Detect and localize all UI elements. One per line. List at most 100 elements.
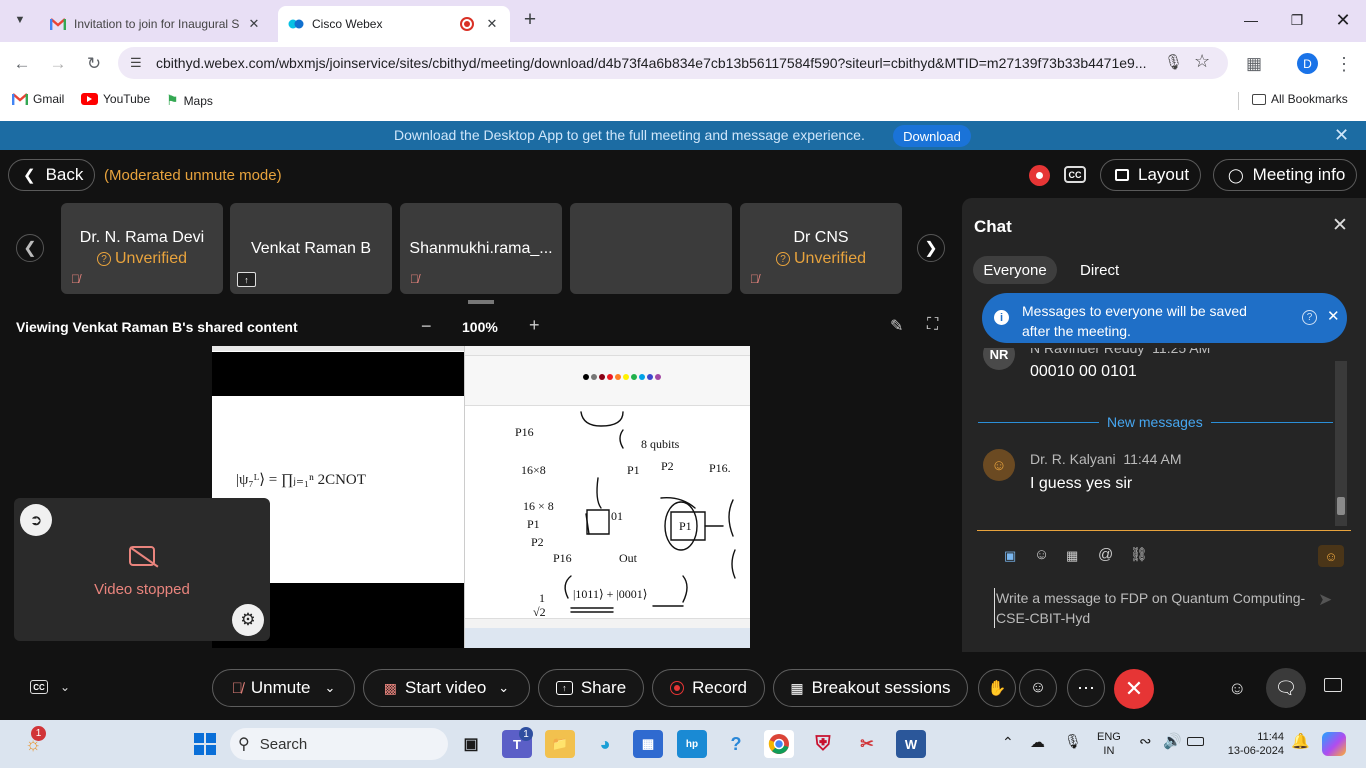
meeting-info-button[interactable]: ◯ Meeting info: [1213, 159, 1357, 191]
settings-gear-icon[interactable]: ⚙: [232, 604, 264, 636]
chevron-up-icon[interactable]: ⌃: [1002, 734, 1014, 751]
fullscreen-icon[interactable]: ⛶: [927, 316, 938, 334]
scroll-right-button[interactable]: ❯: [917, 234, 945, 262]
participants-icon[interactable]: ☺: [1228, 678, 1246, 699]
volume-icon[interactable]: 🔊: [1163, 732, 1182, 750]
tab-search-button[interactable]: ▼: [8, 8, 32, 32]
close-window-button[interactable]: ✕: [1320, 0, 1366, 40]
task-view-icon[interactable]: ▣: [456, 730, 486, 758]
time-label: 11:44: [1257, 731, 1284, 743]
chrome-icon[interactable]: [764, 730, 794, 758]
microphone-icon[interactable]: 🎙: [1064, 733, 1082, 750]
microphone-icon[interactable]: 🎙: [1164, 53, 1183, 71]
tab-invitation[interactable]: Invitation to join for Inaugural S ✕: [40, 6, 272, 42]
share-icon: ↑: [555, 681, 573, 695]
start-video-button[interactable]: ▩ Start video ⌄: [363, 669, 530, 707]
files-icon[interactable]: [1324, 678, 1342, 692]
participant-tile[interactable]: Dr CNS ? Unverified 🎙̸: [740, 203, 902, 294]
restore-button[interactable]: ❐: [1274, 0, 1320, 40]
snipping-tool-icon[interactable]: ✂: [852, 730, 882, 758]
edge-icon[interactable]: ◕: [590, 730, 620, 758]
windows-start-icon[interactable]: [190, 730, 220, 758]
participant-tile[interactable]: [570, 203, 732, 294]
dismiss-notice-icon[interactable]: ✕: [1327, 307, 1340, 325]
zoom-out-button[interactable]: −: [421, 316, 432, 337]
message-input[interactable]: Write a message to FDP on Quantum Comput…: [994, 588, 1314, 628]
chevron-down-icon[interactable]: ⌄: [498, 680, 509, 696]
copilot-icon[interactable]: [1322, 732, 1346, 756]
bookmark-star-icon[interactable]: ☆: [1194, 51, 1210, 72]
bookmark-youtube[interactable]: YouTube: [81, 92, 150, 106]
help-app-icon[interactable]: ?: [721, 730, 751, 758]
bookmark-maps[interactable]: ⚑ Maps: [166, 92, 213, 109]
extensions-icon[interactable]: ▦: [1240, 50, 1268, 78]
close-banner-icon[interactable]: ✕: [1334, 125, 1349, 146]
layout-button[interactable]: Layout: [1100, 159, 1201, 191]
new-tab-button[interactable]: +: [518, 8, 542, 32]
record-button[interactable]: Record: [652, 669, 765, 707]
share-button[interactable]: ↑ Share: [538, 669, 644, 707]
mcafee-icon[interactable]: ⛨: [808, 730, 838, 758]
chat-scrollbar[interactable]: [1335, 361, 1347, 526]
onedrive-icon[interactable]: ☁: [1030, 733, 1045, 751]
site-info-icon[interactable]: ☰: [130, 55, 142, 71]
clock[interactable]: 11:44 13-06-2024: [1222, 730, 1284, 758]
bookmark-gmail[interactable]: Gmail: [12, 92, 64, 106]
gif-icon[interactable]: ▦: [1066, 548, 1078, 564]
format-icon[interactable]: ▣: [1004, 548, 1016, 564]
mphp-icon[interactable]: hp: [677, 730, 707, 758]
unmute-button[interactable]: 🎙̸ Unmute ⌄: [212, 669, 355, 707]
unmute-label: Unmute: [250, 678, 311, 697]
shared-content[interactable]: |ψ₇ᴸ⟩ = ∏ⱼ₌₁ⁿ 2CNOT P16 16×8 16 × 8 P1 P…: [212, 346, 750, 648]
annotate-icon[interactable]: ✎: [890, 316, 903, 336]
pin-icon[interactable]: ➲: [20, 504, 52, 536]
tab-cisco-webex[interactable]: Cisco Webex ✕: [278, 6, 510, 42]
chevron-down-icon[interactable]: ⌄: [324, 680, 335, 696]
bookmarks-bar: Gmail YouTube ⚑ Maps All Bookmarks: [0, 84, 1366, 116]
participant-tile[interactable]: Venkat Raman B ↑: [230, 203, 392, 294]
participant-icon[interactable]: ☺: [1318, 545, 1344, 567]
help-icon[interactable]: ?: [1302, 310, 1317, 325]
participant-tile[interactable]: Dr. N. Rama Devi ? Unverified 🎙̸: [61, 203, 223, 294]
address-bar[interactable]: ☰ cbithyd.webex.com/wbxmjs/joinservice/s…: [118, 47, 1228, 79]
reactions-button[interactable]: ☺: [1019, 669, 1057, 707]
all-bookmarks-button[interactable]: All Bookmarks: [1252, 92, 1348, 106]
word-icon[interactable]: W: [896, 730, 926, 758]
minimize-button[interactable]: —: [1228, 0, 1274, 40]
raise-hand-button[interactable]: ✋: [978, 669, 1016, 707]
closed-captions-icon[interactable]: CC: [1064, 166, 1086, 183]
attachment-icon[interactable]: ⛓: [1130, 546, 1148, 563]
store-icon[interactable]: ▦: [633, 730, 663, 758]
profile-avatar[interactable]: D: [1297, 53, 1318, 74]
handwriting-text: 16×8: [521, 463, 546, 477]
participant-tile[interactable]: Shanmukhi.rama_... 🎙̸: [400, 203, 562, 294]
breakout-sessions-button[interactable]: ▦ Breakout sessions: [773, 669, 968, 707]
file-explorer-icon[interactable]: 📁: [545, 730, 575, 758]
mention-icon[interactable]: @: [1098, 546, 1113, 563]
chrome-menu-icon[interactable]: ⋮: [1330, 50, 1358, 78]
reload-icon[interactable]: ↻: [80, 50, 108, 78]
tab-everyone[interactable]: Everyone: [973, 256, 1057, 284]
send-icon[interactable]: ➤: [1318, 590, 1332, 610]
leave-meeting-button[interactable]: ✕: [1114, 669, 1154, 709]
close-tab-icon[interactable]: ✕: [246, 16, 262, 32]
tab-direct[interactable]: Direct: [1080, 256, 1119, 284]
scroll-left-button[interactable]: ❮: [16, 234, 44, 262]
emoji-icon[interactable]: ☺: [1034, 546, 1049, 563]
chat-toggle-button[interactable]: 🗨: [1266, 668, 1306, 708]
close-chat-icon[interactable]: ✕: [1332, 214, 1348, 237]
taskbar-search[interactable]: ⚲ Search: [230, 728, 448, 760]
wifi-icon[interactable]: ∾: [1139, 732, 1152, 750]
language-indicator[interactable]: ENG IN: [1097, 730, 1121, 758]
more-options-button[interactable]: ⋯: [1067, 669, 1105, 707]
zoom-in-button[interactable]: +: [529, 315, 540, 336]
back-button[interactable]: ❮ Back: [8, 159, 95, 191]
forward-arrow-icon[interactable]: →: [44, 50, 72, 78]
back-arrow-icon[interactable]: ←: [8, 50, 36, 78]
resize-handle[interactable]: [468, 300, 494, 304]
download-button[interactable]: Download: [893, 125, 971, 147]
battery-icon[interactable]: [1187, 737, 1204, 746]
notifications-bell-icon[interactable]: 🔔: [1291, 732, 1310, 750]
close-tab-icon[interactable]: ✕: [484, 16, 500, 32]
captions-menu-button[interactable]: CC ⌄: [30, 680, 70, 694]
